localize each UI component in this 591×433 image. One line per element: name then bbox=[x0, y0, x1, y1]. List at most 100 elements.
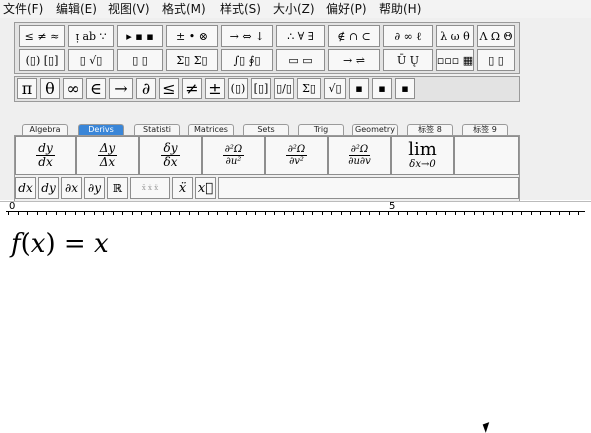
equation[interactable]: f(x) = x bbox=[11, 229, 109, 259]
menu-edit[interactable]: 编辑(E) bbox=[56, 1, 97, 17]
symbol-partial[interactable]: ∂ bbox=[136, 78, 156, 99]
numerator: Δy bbox=[97, 141, 118, 156]
template-sum[interactable]: Σ▯ bbox=[297, 78, 321, 99]
symbol-pi[interactable]: π bbox=[17, 78, 37, 99]
menu-format[interactable]: 格式(M) bbox=[162, 1, 206, 17]
ruler-tick bbox=[179, 211, 180, 215]
menu-help[interactable]: 帮助(H) bbox=[379, 1, 421, 17]
template-superscript[interactable]: ▪ bbox=[349, 78, 369, 99]
template-sub-superscript[interactable]: ▪ bbox=[395, 78, 415, 99]
menu-style[interactable]: 样式(S) bbox=[220, 1, 261, 17]
ruler-tick bbox=[502, 211, 503, 215]
palette-arrows[interactable]: → ⇔ ↓ bbox=[221, 25, 273, 47]
ruler-tick bbox=[37, 211, 38, 215]
ruler-tick bbox=[265, 211, 266, 215]
template-fraction[interactable]: ▯/▯ bbox=[274, 78, 294, 99]
palette-misc[interactable]: ∂ ∞ ℓ bbox=[383, 25, 433, 47]
palette-greek-upper[interactable]: Λ Ω Θ bbox=[477, 25, 515, 47]
template-dy[interactable]: dy bbox=[38, 177, 59, 199]
ruler-tick bbox=[293, 211, 294, 215]
template-third-derivative-dot[interactable]: x⃛ bbox=[195, 177, 216, 199]
denominator: δx bbox=[163, 155, 178, 169]
ruler-tick bbox=[474, 211, 475, 215]
equals-sign: = bbox=[63, 229, 86, 259]
palette-operators[interactable]: ± • ⊗ bbox=[166, 25, 218, 47]
palette-relations[interactable]: ≤ ≠ ≈ bbox=[19, 25, 65, 47]
template-boxes[interactable]: ▯ ▯ bbox=[477, 49, 515, 71]
menu-preferences[interactable]: 偏好(P) bbox=[326, 1, 367, 17]
ruler-tick bbox=[379, 211, 380, 215]
ruler-tick bbox=[322, 211, 323, 215]
template-summation[interactable]: Σ▯ Σ▯ bbox=[166, 49, 218, 71]
ruler-tick bbox=[18, 211, 19, 215]
template-partial-u2[interactable]: ∂²Ω ∂u² bbox=[202, 136, 265, 175]
ruler-tick bbox=[436, 211, 437, 215]
template-delta-y-delta-x[interactable]: Δy Δx bbox=[76, 136, 139, 175]
ruler-tick bbox=[113, 211, 114, 215]
template-partial-v2[interactable]: ∂²Ω ∂v² bbox=[265, 136, 328, 175]
template-partial-x[interactable]: ∂x bbox=[61, 177, 82, 199]
template-limit[interactable]: lim δx→0 bbox=[391, 136, 454, 175]
menu-file[interactable]: 文件(F) bbox=[3, 1, 43, 17]
palette-embellishments[interactable]: ▸ ▪ ▪ bbox=[117, 25, 163, 47]
template-derivative-dots[interactable]: x̄ ẋ ẍ bbox=[130, 177, 170, 199]
ruler-tick bbox=[455, 211, 456, 215]
empty-template-slot[interactable] bbox=[454, 136, 519, 175]
template-scripts[interactable]: ▯ ▯ bbox=[117, 49, 163, 71]
ruler-tick bbox=[151, 211, 152, 215]
ruler-tick bbox=[540, 211, 541, 215]
rhs-variable: x bbox=[93, 229, 109, 259]
template-labeled-arrows[interactable]: → ⇌ bbox=[328, 49, 380, 71]
template-bars[interactable]: ▭ ▭ bbox=[276, 49, 325, 71]
menu-size[interactable]: 大小(Z) bbox=[273, 1, 315, 17]
template-integrals[interactable]: ∫▯ ∮▯ bbox=[221, 49, 273, 71]
menu-bar: 文件(F) 编辑(E) 视图(V) 格式(M) 样式(S) 大小(Z) 偏好(P… bbox=[0, 0, 591, 19]
symbol-plus-minus[interactable]: ± bbox=[205, 78, 225, 99]
ruler-tick bbox=[559, 211, 560, 215]
template-matrices[interactable]: ▫▫▫ ▦ bbox=[436, 49, 474, 71]
argument-variable: x bbox=[30, 229, 46, 259]
template-fractions-radicals[interactable]: ▯ √▯ bbox=[68, 49, 114, 71]
template-variation-dy-dx[interactable]: δy δx bbox=[139, 136, 202, 175]
ruler-tick bbox=[56, 211, 57, 215]
template-subscript[interactable]: ▪ bbox=[372, 78, 392, 99]
template-sqrt[interactable]: √▯ bbox=[324, 78, 346, 99]
ruler[interactable]: 0 5 bbox=[0, 201, 591, 220]
symbol-element-of[interactable]: ∈ bbox=[86, 78, 106, 99]
template-brackets[interactable]: [▯] bbox=[251, 78, 271, 99]
numerator: dy bbox=[36, 141, 55, 156]
template-partial-y[interactable]: ∂y bbox=[84, 177, 105, 199]
ruler-tick bbox=[208, 211, 209, 215]
equation-editor-canvas[interactable]: f(x) = x bbox=[0, 219, 591, 433]
ruler-tick bbox=[578, 211, 579, 215]
menu-view[interactable]: 视图(V) bbox=[108, 1, 150, 17]
ruler-tick bbox=[8, 211, 9, 215]
template-derivative-dy-dx[interactable]: dy dx bbox=[15, 136, 76, 175]
template-fences[interactable]: (▯) [▯] bbox=[19, 49, 65, 71]
ruler-tick bbox=[255, 211, 256, 215]
symbol-theta[interactable]: θ bbox=[40, 78, 60, 99]
ruler-tick bbox=[445, 211, 446, 215]
limit-template: lim δx→0 bbox=[408, 141, 437, 171]
template-products[interactable]: Ū Ų bbox=[383, 49, 433, 71]
template-real-numbers[interactable]: ℝ bbox=[107, 177, 128, 199]
ruler-tick bbox=[65, 211, 66, 215]
symbol-right-arrow[interactable]: → bbox=[109, 78, 133, 99]
denominator: ∂v² bbox=[289, 156, 304, 167]
ruler-tick bbox=[189, 211, 190, 215]
palette-logic[interactable]: ∴ ∀ ∃ bbox=[276, 25, 325, 47]
template-parentheses[interactable]: (▯) bbox=[228, 78, 248, 99]
template-dx[interactable]: dx bbox=[15, 177, 36, 199]
palette-sets[interactable]: ∉ ∩ ⊂ bbox=[328, 25, 380, 47]
small-symbol-bar: π θ ∞ ∈ → ∂ ≤ ≠ ± (▯) [▯] ▯/▯ Σ▯ √▯ ▪ ▪ … bbox=[14, 76, 520, 102]
ruler-tick bbox=[46, 211, 47, 215]
template-partial-uv[interactable]: ∂²Ω ∂u∂v bbox=[328, 136, 391, 175]
symbol-less-equal[interactable]: ≤ bbox=[159, 78, 179, 99]
palette-greek-lower[interactable]: λ ω θ bbox=[436, 25, 474, 47]
symbol-not-equal[interactable]: ≠ bbox=[182, 78, 202, 99]
palette-spaces[interactable]: ᴉ ab ∵ bbox=[68, 25, 114, 47]
template-second-derivative-dot[interactable]: ẍ bbox=[172, 177, 193, 199]
symbol-infinity[interactable]: ∞ bbox=[63, 78, 83, 99]
limit-subscript: δx→0 bbox=[409, 159, 436, 170]
empty-template-row[interactable] bbox=[218, 177, 519, 199]
